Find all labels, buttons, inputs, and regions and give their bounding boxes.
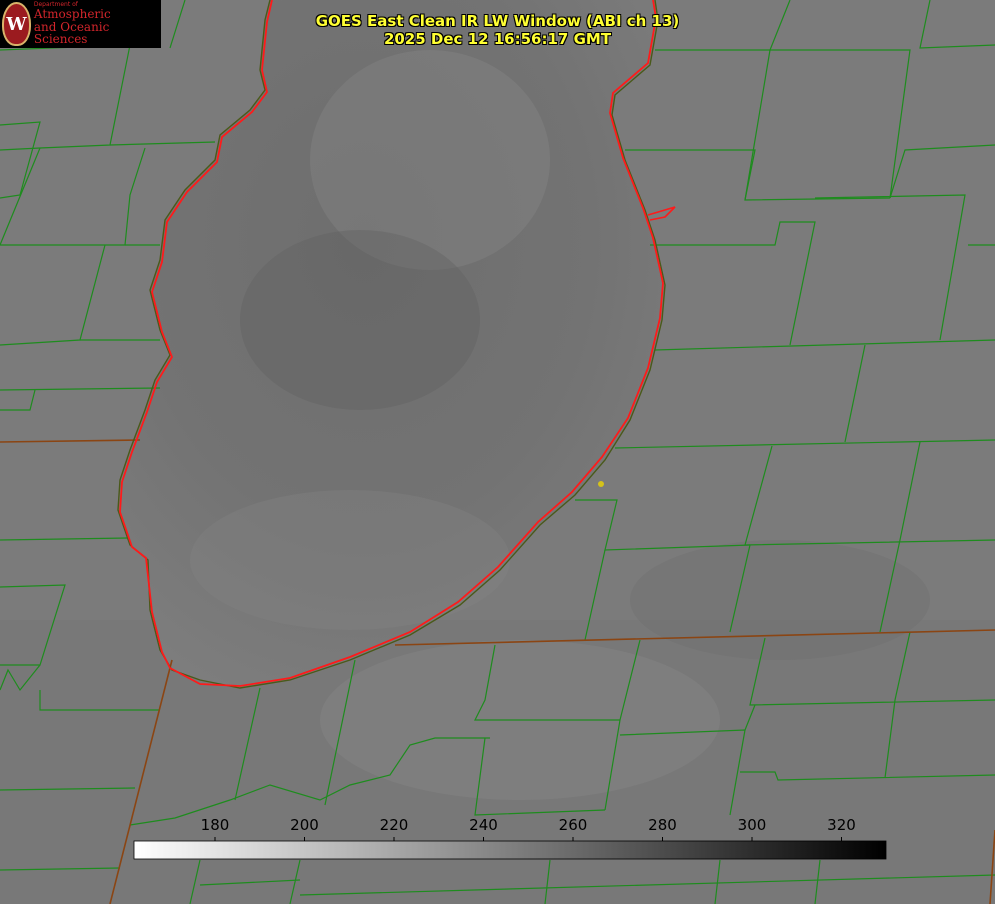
colorbar-gradient (133, 840, 887, 860)
location-marker (598, 481, 604, 487)
uw-aos-logo: W Department of Atmospheric and Oceanic … (0, 0, 161, 48)
colorbar-tick-label: 320 (827, 816, 856, 834)
logo-line-2: and Oceanic Sciences (33, 19, 110, 47)
colorbar-tick-label: 180 (201, 816, 230, 834)
colorbar-tick-label: 220 (380, 816, 409, 834)
colorbar-tick-label: 260 (559, 816, 588, 834)
uw-seal-icon: W (2, 2, 31, 46)
cloud-patch-east (630, 540, 930, 660)
lake-cloud-south (190, 490, 510, 630)
colorbar-tick-label: 200 (290, 816, 319, 834)
colorbar-tick-label: 280 (648, 816, 677, 834)
satellite-map: 180 200 220 240 260 280 300 320 (0, 0, 995, 904)
colorbar-tick-label: 240 (469, 816, 498, 834)
satellite-image-viewer: 180 200 220 240 260 280 300 320 W Department of… (0, 0, 995, 904)
logo-text: Department of Atmospheric and Oceanic Sc… (33, 1, 161, 47)
colorbar-tick-label: 300 (738, 816, 767, 834)
lake-cloud-center (240, 230, 480, 410)
logo-line-1: Atmospheric (33, 7, 111, 22)
